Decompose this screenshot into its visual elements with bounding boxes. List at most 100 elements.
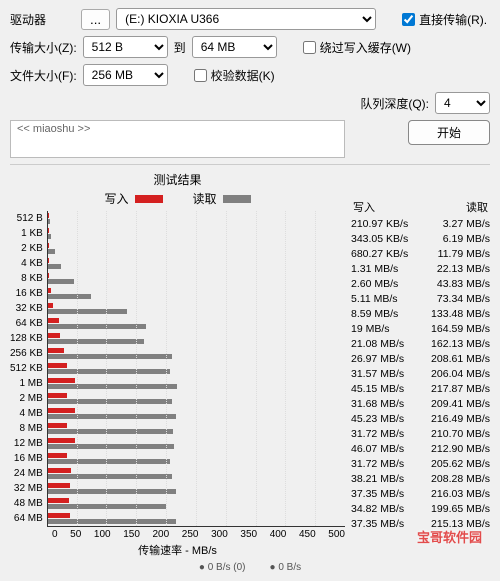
result-read: 22.13 MB/s bbox=[437, 262, 490, 277]
bar-row bbox=[48, 406, 345, 421]
bar-read bbox=[48, 474, 172, 479]
drive-label: 驱动器 bbox=[10, 11, 75, 28]
bar-write bbox=[48, 483, 70, 488]
drive-browse-button[interactable]: ... bbox=[81, 9, 110, 30]
bypass-cache-checkbox[interactable]: 绕过写入缓存(W) bbox=[303, 39, 411, 56]
y-tick: 64 KB bbox=[16, 316, 43, 331]
result-write: 26.97 MB/s bbox=[351, 352, 404, 367]
y-tick: 128 KB bbox=[10, 331, 43, 346]
result-write: 8.59 MB/s bbox=[351, 307, 398, 322]
bar-write bbox=[48, 378, 75, 383]
result-read: 209.41 MB/s bbox=[431, 397, 490, 412]
bar-row bbox=[48, 496, 345, 511]
bar-row bbox=[48, 271, 345, 286]
result-write: 37.35 MB/s bbox=[351, 517, 404, 532]
file-size-select[interactable]: 256 MB bbox=[83, 64, 168, 86]
result-write: 210.97 KB/s bbox=[351, 217, 408, 232]
chart-title: 测试结果 bbox=[10, 171, 345, 188]
result-read: 206.04 MB/s bbox=[431, 367, 490, 382]
chart-bars bbox=[47, 211, 345, 527]
footer-bs: ● 0 B/s bbox=[270, 562, 302, 573]
y-tick: 12 MB bbox=[14, 436, 43, 451]
result-write: 19 MB/s bbox=[351, 322, 390, 337]
y-axis-labels: 512 B1 KB2 KB4 KB8 KB16 KB32 KB64 KB128 … bbox=[10, 211, 47, 527]
result-row: 37.35 MB/s216.03 MB/s bbox=[351, 487, 490, 502]
result-write: 31.72 MB/s bbox=[351, 457, 404, 472]
drive-select[interactable]: (E:) KIOXIA U366 bbox=[116, 8, 376, 30]
bar-row bbox=[48, 316, 345, 331]
bar-read bbox=[48, 309, 127, 314]
bar-read bbox=[48, 264, 61, 269]
transfer-max-select[interactable]: 64 MB bbox=[192, 36, 277, 58]
bar-write bbox=[48, 468, 71, 473]
description-placeholder: << miaoshu >> bbox=[17, 123, 90, 135]
bar-row bbox=[48, 481, 345, 496]
x-tick: 0 bbox=[52, 529, 58, 540]
bar-read bbox=[48, 489, 176, 494]
result-row: 1.31 MB/s22.13 MB/s bbox=[351, 262, 490, 277]
legend-read-swatch bbox=[223, 195, 251, 203]
bar-write bbox=[48, 393, 67, 398]
bar-read bbox=[48, 354, 172, 359]
verify-data-checkbox[interactable]: 校验数据(K) bbox=[194, 67, 275, 84]
result-row: 45.23 MB/s216.49 MB/s bbox=[351, 412, 490, 427]
chart-legend: 写入 读取 bbox=[10, 190, 345, 207]
y-tick: 256 KB bbox=[10, 346, 43, 361]
bypass-cache-input[interactable] bbox=[303, 41, 316, 54]
result-read: 212.90 MB/s bbox=[431, 442, 490, 457]
result-read: 6.19 MB/s bbox=[443, 232, 490, 247]
bar-read bbox=[48, 414, 177, 419]
legend-write-label: 写入 bbox=[104, 190, 128, 207]
bar-write bbox=[48, 363, 67, 368]
divider bbox=[10, 164, 490, 165]
footer-status: ● 0 B/s (0) ● 0 B/s bbox=[10, 562, 490, 573]
x-tick: 100 bbox=[94, 529, 111, 540]
result-read: 73.34 MB/s bbox=[437, 292, 490, 307]
bar-write bbox=[48, 318, 59, 323]
y-tick: 2 MB bbox=[19, 391, 42, 406]
result-write: 37.35 MB/s bbox=[351, 487, 404, 502]
bar-row bbox=[48, 451, 345, 466]
results-header-write: 写入 bbox=[353, 199, 375, 215]
bar-read bbox=[48, 369, 170, 374]
x-tick: 500 bbox=[328, 529, 345, 540]
x-tick: 450 bbox=[299, 529, 316, 540]
legend-write-swatch bbox=[135, 195, 163, 203]
bar-write bbox=[48, 258, 49, 263]
x-tick: 200 bbox=[153, 529, 170, 540]
bar-row bbox=[48, 226, 345, 241]
bar-row bbox=[48, 361, 345, 376]
bar-row bbox=[48, 346, 345, 361]
direct-transfer-input[interactable] bbox=[402, 13, 415, 26]
result-write: 46.07 MB/s bbox=[351, 442, 404, 457]
y-tick: 32 MB bbox=[14, 481, 43, 496]
verify-data-input[interactable] bbox=[194, 69, 207, 82]
result-read: 199.65 MB/s bbox=[431, 502, 490, 517]
bar-row bbox=[48, 376, 345, 391]
y-tick: 1 KB bbox=[21, 226, 43, 241]
transfer-min-select[interactable]: 512 B bbox=[83, 36, 168, 58]
file-size-label: 文件大小(F): bbox=[10, 67, 77, 84]
direct-transfer-checkbox[interactable]: 直接传输(R). bbox=[402, 11, 487, 28]
bypass-cache-text: 绕过写入缓存(W) bbox=[320, 39, 411, 56]
result-read: 3.27 MB/s bbox=[443, 217, 490, 232]
bar-write bbox=[48, 348, 64, 353]
bar-read bbox=[48, 279, 74, 284]
result-read: 43.83 MB/s bbox=[437, 277, 490, 292]
bar-read bbox=[48, 429, 173, 434]
y-tick: 8 KB bbox=[21, 271, 43, 286]
y-tick: 2 KB bbox=[21, 241, 43, 256]
bar-write bbox=[48, 408, 75, 413]
queue-depth-select[interactable]: 4 bbox=[435, 92, 490, 114]
start-button[interactable]: 开始 bbox=[408, 120, 490, 145]
result-read: 205.62 MB/s bbox=[431, 457, 490, 472]
description-textbox[interactable]: << miaoshu >> bbox=[10, 120, 345, 158]
bar-read bbox=[48, 324, 146, 329]
queue-depth-label: 队列深度(Q): bbox=[360, 95, 429, 112]
bar-row bbox=[48, 286, 345, 301]
transfer-size-label: 传输大小(Z): bbox=[10, 39, 77, 56]
result-write: 5.11 MB/s bbox=[351, 292, 398, 307]
y-tick: 32 KB bbox=[16, 301, 43, 316]
result-row: 31.72 MB/s 205.62 MB/s bbox=[351, 457, 490, 472]
bar-read bbox=[48, 339, 144, 344]
